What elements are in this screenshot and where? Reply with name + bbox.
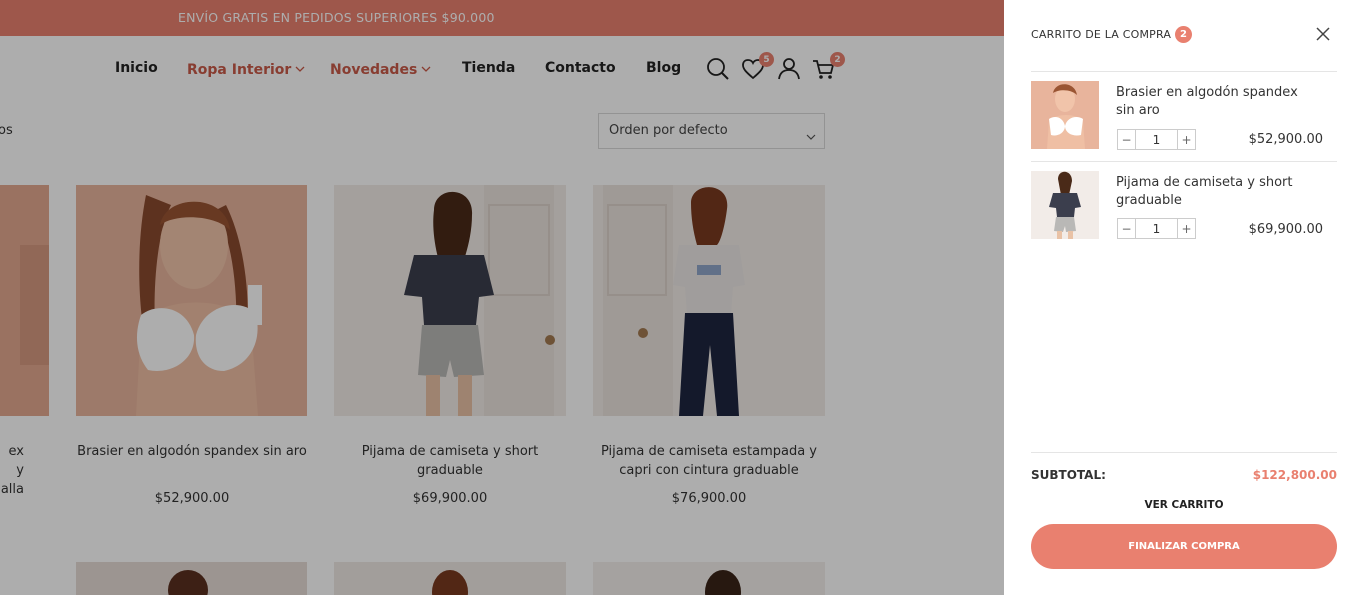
quantity-stepper: − 1 + (1117, 129, 1196, 150)
page-overlay[interactable] (0, 0, 1004, 595)
qty-increase-button[interactable]: + (1177, 219, 1195, 238)
qty-increase-button[interactable]: + (1177, 130, 1195, 149)
cart-item-name[interactable]: Pijama de camiseta y short graduable (1116, 174, 1316, 210)
cart-item-name[interactable]: Brasier en algodón spandex sin aro (1116, 84, 1316, 120)
cart-item-price: $69,900.00 (1248, 222, 1323, 237)
close-cart-button[interactable] (1315, 26, 1331, 42)
quantity-stepper: − 1 + (1117, 218, 1196, 239)
cart-title: CARRITO DE LA COMPRA (1031, 28, 1172, 41)
cart-item-thumbnail[interactable] (1031, 171, 1099, 239)
qty-decrease-button[interactable]: − (1118, 219, 1136, 238)
view-cart-link[interactable]: VER CARRITO (1031, 499, 1337, 511)
subtotal-value: $122,800.00 (1252, 468, 1337, 482)
cart-item-price: $52,900.00 (1248, 132, 1323, 147)
divider (1031, 161, 1337, 162)
qty-decrease-button[interactable]: − (1118, 130, 1136, 149)
cart-title-count-badge: 2 (1175, 26, 1192, 43)
cart-item-thumbnail[interactable] (1031, 81, 1099, 149)
qty-value-input[interactable]: 1 (1136, 130, 1177, 149)
qty-value-input[interactable]: 1 (1136, 219, 1177, 238)
close-icon (1316, 27, 1330, 41)
divider (1031, 452, 1337, 453)
divider (1031, 71, 1337, 72)
side-cart-drawer: CARRITO DE LA COMPRA 2 Brasier en algodó… (1004, 0, 1359, 595)
subtotal-label: SUBTOTAL: (1031, 468, 1106, 482)
checkout-button[interactable]: FINALIZAR COMPRA (1031, 524, 1337, 569)
